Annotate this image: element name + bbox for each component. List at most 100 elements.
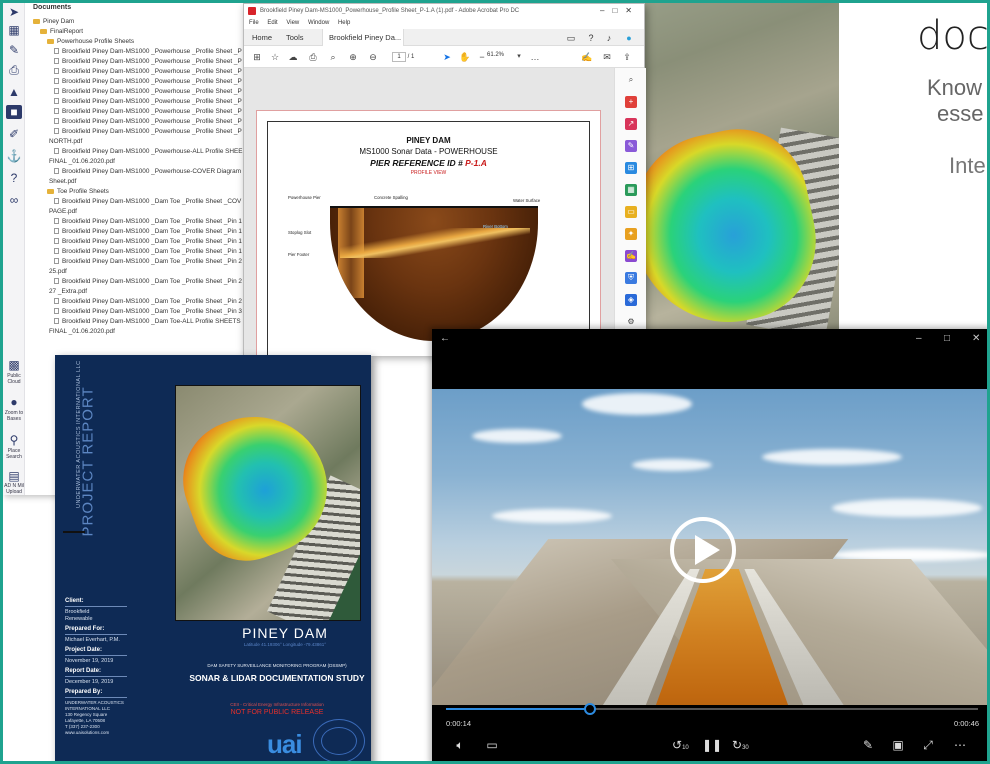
document-viewport[interactable]: PINEY DAM MS1000 Sonar Data - POWERHOUSE… <box>244 68 614 356</box>
tree-file[interactable]: FINAL _01.06.2020.pdf <box>49 157 264 167</box>
redact-icon[interactable]: ✦ <box>625 228 637 240</box>
tree-file[interactable]: PAGE.pdf <box>49 207 264 217</box>
menu-help[interactable]: Help <box>338 20 350 26</box>
tree-file[interactable]: Brookfield Piney Dam-MS1000 _Dam Toe _Pr… <box>54 227 269 237</box>
globe-icon[interactable]: ● <box>6 395 22 409</box>
map-upload-icon[interactable]: ▤ <box>6 469 22 483</box>
tree-file[interactable]: Sheet.pdf <box>49 177 264 187</box>
skip-forward-icon[interactable]: ↻30 <box>732 738 749 752</box>
minimize-icon[interactable]: – <box>600 6 612 15</box>
page-input[interactable]: 1 <box>392 52 406 62</box>
tree-file[interactable]: 25.pdf <box>49 267 264 277</box>
upload-icon[interactable]: ☁ <box>286 50 300 64</box>
print-icon[interactable]: ⎙ <box>306 50 320 64</box>
tree-file[interactable]: Brookfield Piney Dam-MS1000 _Powerhouse-… <box>54 147 269 157</box>
share-icon[interactable]: ⇪ <box>620 50 634 64</box>
combine-icon[interactable]: ⊞ <box>625 162 637 174</box>
tree-file[interactable]: Brookfield Piney Dam-MS1000 _Powerhouse … <box>54 127 269 137</box>
sign-icon[interactable]: ✍ <box>580 50 594 64</box>
tree-file[interactable]: Brookfield Piney Dam-MS1000 _Powerhouse … <box>54 87 269 97</box>
protect-icon[interactable]: ⛨ <box>625 272 637 284</box>
tree-file[interactable]: Brookfield Piney Dam-MS1000 _Powerhouse … <box>54 47 269 57</box>
fill-sign-icon[interactable]: ✍ <box>625 250 637 262</box>
nav-icon[interactable]: ➤ <box>6 5 22 19</box>
zoom-level[interactable]: 61.2% <box>487 52 504 58</box>
page-up-icon[interactable]: ⊕ <box>346 50 360 64</box>
tree-file[interactable]: Brookfield Piney Dam-MS1000 _Powerhouse … <box>54 117 269 127</box>
print-icon[interactable]: ⎙ <box>6 63 22 77</box>
help-icon[interactable]: ? <box>6 171 22 185</box>
shield-icon[interactable]: ◈ <box>625 294 637 306</box>
bell-icon[interactable]: ♪ <box>602 31 616 45</box>
account-icon[interactable]: ● <box>622 31 636 45</box>
volume-icon[interactable]: 🔈︎ <box>452 738 468 753</box>
tab-tools[interactable]: Tools <box>280 29 310 46</box>
more-icon[interactable]: … <box>528 50 542 64</box>
tree-file[interactable]: Brookfield Piney Dam-MS1000 _Dam Toe _Pr… <box>54 217 269 227</box>
tree-file[interactable]: Brookfield Piney Dam-MS1000 _Dam Toe _Pr… <box>54 257 269 267</box>
menu-window[interactable]: Window <box>308 20 329 26</box>
tree-file[interactable]: Brookfield Piney Dam-MS1000 _Powerhouse … <box>54 107 269 117</box>
pause-icon[interactable]: ❚❚ <box>702 738 722 752</box>
folder-icon[interactable]: ■ <box>6 105 22 119</box>
tree-file[interactable]: Brookfield Piney Dam-MS1000 _Dam Toe _Pr… <box>54 247 269 257</box>
menu-file[interactable]: File <box>249 20 259 26</box>
edit-pdf-icon[interactable]: ✎ <box>625 140 637 152</box>
create-icon[interactable]: ⊞ <box>250 50 264 64</box>
organize-icon[interactable]: ▦ <box>625 184 637 196</box>
star-icon[interactable]: ☆ <box>268 50 282 64</box>
tree-file[interactable]: Brookfield Piney Dam-MS1000 _Dam Toe-ALL… <box>54 317 269 327</box>
binoculars-icon[interactable]: ∞ <box>6 193 22 207</box>
comment-icon[interactable]: ▭ <box>625 206 637 218</box>
tree-folder[interactable]: FinalReport <box>40 27 255 37</box>
edit-icon[interactable]: ✐ <box>6 127 22 141</box>
tree-file[interactable]: Brookfield Piney Dam-MS1000 _Powerhouse-… <box>54 167 269 177</box>
select-cursor-icon[interactable]: ➤ <box>440 50 454 64</box>
fullscreen-icon[interactable]: ⤢ <box>920 738 936 753</box>
mail-icon[interactable]: ✉ <box>600 50 614 64</box>
tree-folder[interactable]: Piney Dam <box>33 17 248 27</box>
tree-file[interactable]: Brookfield Piney Dam-MS1000 _Dam Toe _Pr… <box>54 197 269 207</box>
video-frame[interactable] <box>432 389 987 733</box>
tree-file[interactable]: Brookfield Piney Dam-MS1000 _Powerhouse … <box>54 77 269 87</box>
search-icon[interactable]: ⌕ <box>625 74 637 86</box>
tab-document[interactable]: Brookfield Piney Da... <box>322 29 404 46</box>
map-icon[interactable]: ▦ <box>6 23 22 37</box>
captions-icon[interactable]: ▭ <box>484 738 500 752</box>
tree-file[interactable]: NORTH.pdf <box>49 137 264 147</box>
maximize-icon[interactable]: □ <box>944 333 950 344</box>
search-icon[interactable]: ⌕ <box>326 50 340 64</box>
play-button[interactable] <box>670 517 736 583</box>
tree-folder[interactable]: Toe Profile Sheets <box>47 187 262 197</box>
tree-file[interactable]: Brookfield Piney Dam-MS1000 _Powerhouse … <box>54 97 269 107</box>
pin-icon[interactable]: ⚲ <box>6 433 22 447</box>
zoom-dropdown-icon[interactable]: ▾ <box>512 50 526 64</box>
pencil-icon[interactable]: ✎ <box>6 43 22 57</box>
help-icon[interactable]: ? <box>584 31 598 45</box>
close-icon[interactable]: ✕ <box>625 6 640 15</box>
back-arrow-icon[interactable]: ← <box>440 333 450 344</box>
tree-file[interactable]: FINAL _01.06.2020.pdf <box>49 327 264 337</box>
tree-file[interactable]: Brookfield Piney Dam-MS1000 _Dam Toe _Pr… <box>54 237 269 247</box>
tree-file[interactable]: 27 _Extra.pdf <box>49 287 264 297</box>
pen-icon[interactable]: ✎ <box>860 738 876 752</box>
qr-icon[interactable]: ▩ <box>6 358 22 372</box>
miniview-icon[interactable]: ▣ <box>890 738 906 752</box>
comment-icon[interactable]: ▭ <box>564 31 578 45</box>
menu-view[interactable]: View <box>286 20 299 26</box>
anchor-icon[interactable]: ⚓ <box>6 149 22 163</box>
hand-icon[interactable]: ✋ <box>458 50 472 64</box>
create-pdf-icon[interactable]: + <box>625 96 637 108</box>
close-icon[interactable]: ✕ <box>972 333 980 344</box>
tree-file[interactable]: Brookfield Piney Dam-MS1000 _Dam Toe _Pr… <box>54 277 269 287</box>
skip-back-icon[interactable]: ↺10 <box>672 738 689 752</box>
tree-file[interactable]: Brookfield Piney Dam-MS1000 _Dam Toe _Pr… <box>54 307 269 317</box>
seek-thumb[interactable] <box>583 703 596 715</box>
page-down-icon[interactable]: ⊖ <box>366 50 380 64</box>
tree-file[interactable]: Brookfield Piney Dam-MS1000 _Powerhouse … <box>54 57 269 67</box>
export-pdf-icon[interactable]: ↗ <box>625 118 637 130</box>
tools-icon[interactable]: ⚙ <box>625 316 637 328</box>
tab-home[interactable]: Home <box>246 29 278 46</box>
tree-file[interactable]: Brookfield Piney Dam-MS1000 _Powerhouse … <box>54 67 269 77</box>
tree-folder[interactable]: Powerhouse Profile Sheets <box>47 37 262 47</box>
